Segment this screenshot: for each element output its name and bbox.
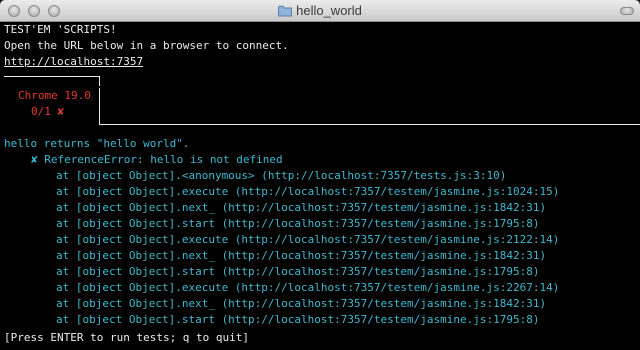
browser-test-count: 0/1 <box>31 105 51 118</box>
stack-frame: at [object Object].<anonymous> (http://l… <box>56 169 507 182</box>
fail-icon: ✘ <box>57 105 65 118</box>
title-bar[interactable]: hello_world <box>0 0 640 22</box>
error-icon: ✘ <box>31 153 38 166</box>
browser-tab-border-right-lower <box>99 88 100 124</box>
stack-frame: at [object Object].execute (http://local… <box>56 233 560 246</box>
test-description: hello returns "hello world". <box>4 137 190 150</box>
terminal-window: hello_world TEST'EM 'SCRIPTS! Open the U… <box>0 0 640 350</box>
stack-frame: at [object Object].next_ (http://localho… <box>56 249 547 262</box>
stack-frame: at [object Object].execute (http://local… <box>56 281 560 294</box>
stack-frame: at [object Object].start (http://localho… <box>56 265 540 278</box>
browser-tab-border-top <box>4 76 100 77</box>
connect-instructions: Open the URL below in a browser to conne… <box>4 39 289 52</box>
stack-frame: at [object Object].next_ (http://localho… <box>56 201 547 214</box>
toolbar-toggle-button[interactable] <box>620 7 634 15</box>
stack-frame: at [object Object].next_ (http://localho… <box>56 297 547 310</box>
stack-frame: at [object Object].execute (http://local… <box>56 185 560 198</box>
browser-name: Chrome 19.0 <box>18 89 91 102</box>
folder-icon <box>278 5 293 20</box>
browser-tab-border-right <box>99 76 100 86</box>
error-message: ✘ ReferenceError: hello is not defined <box>31 152 283 168</box>
terminal-output[interactable]: TEST'EM 'SCRIPTS! Open the URL below in … <box>0 22 640 350</box>
window-title-text: hello_world <box>296 3 362 18</box>
window-title: hello_world <box>0 3 640 20</box>
stack-frame: at [object Object].start (http://localho… <box>56 313 540 326</box>
stack-frame: at [object Object].start (http://localho… <box>56 217 540 230</box>
server-url-link[interactable]: http://localhost:7357 <box>4 54 143 70</box>
error-text: ReferenceError: hello is not defined <box>44 153 283 166</box>
footer-prompt: [Press ENTER to run tests; q to quit] <box>4 331 250 344</box>
browser-tab-border-bottom <box>99 124 640 125</box>
testem-banner: TEST'EM 'SCRIPTS! <box>4 23 117 36</box>
browser-status: 0/1 ✘ <box>31 104 64 120</box>
